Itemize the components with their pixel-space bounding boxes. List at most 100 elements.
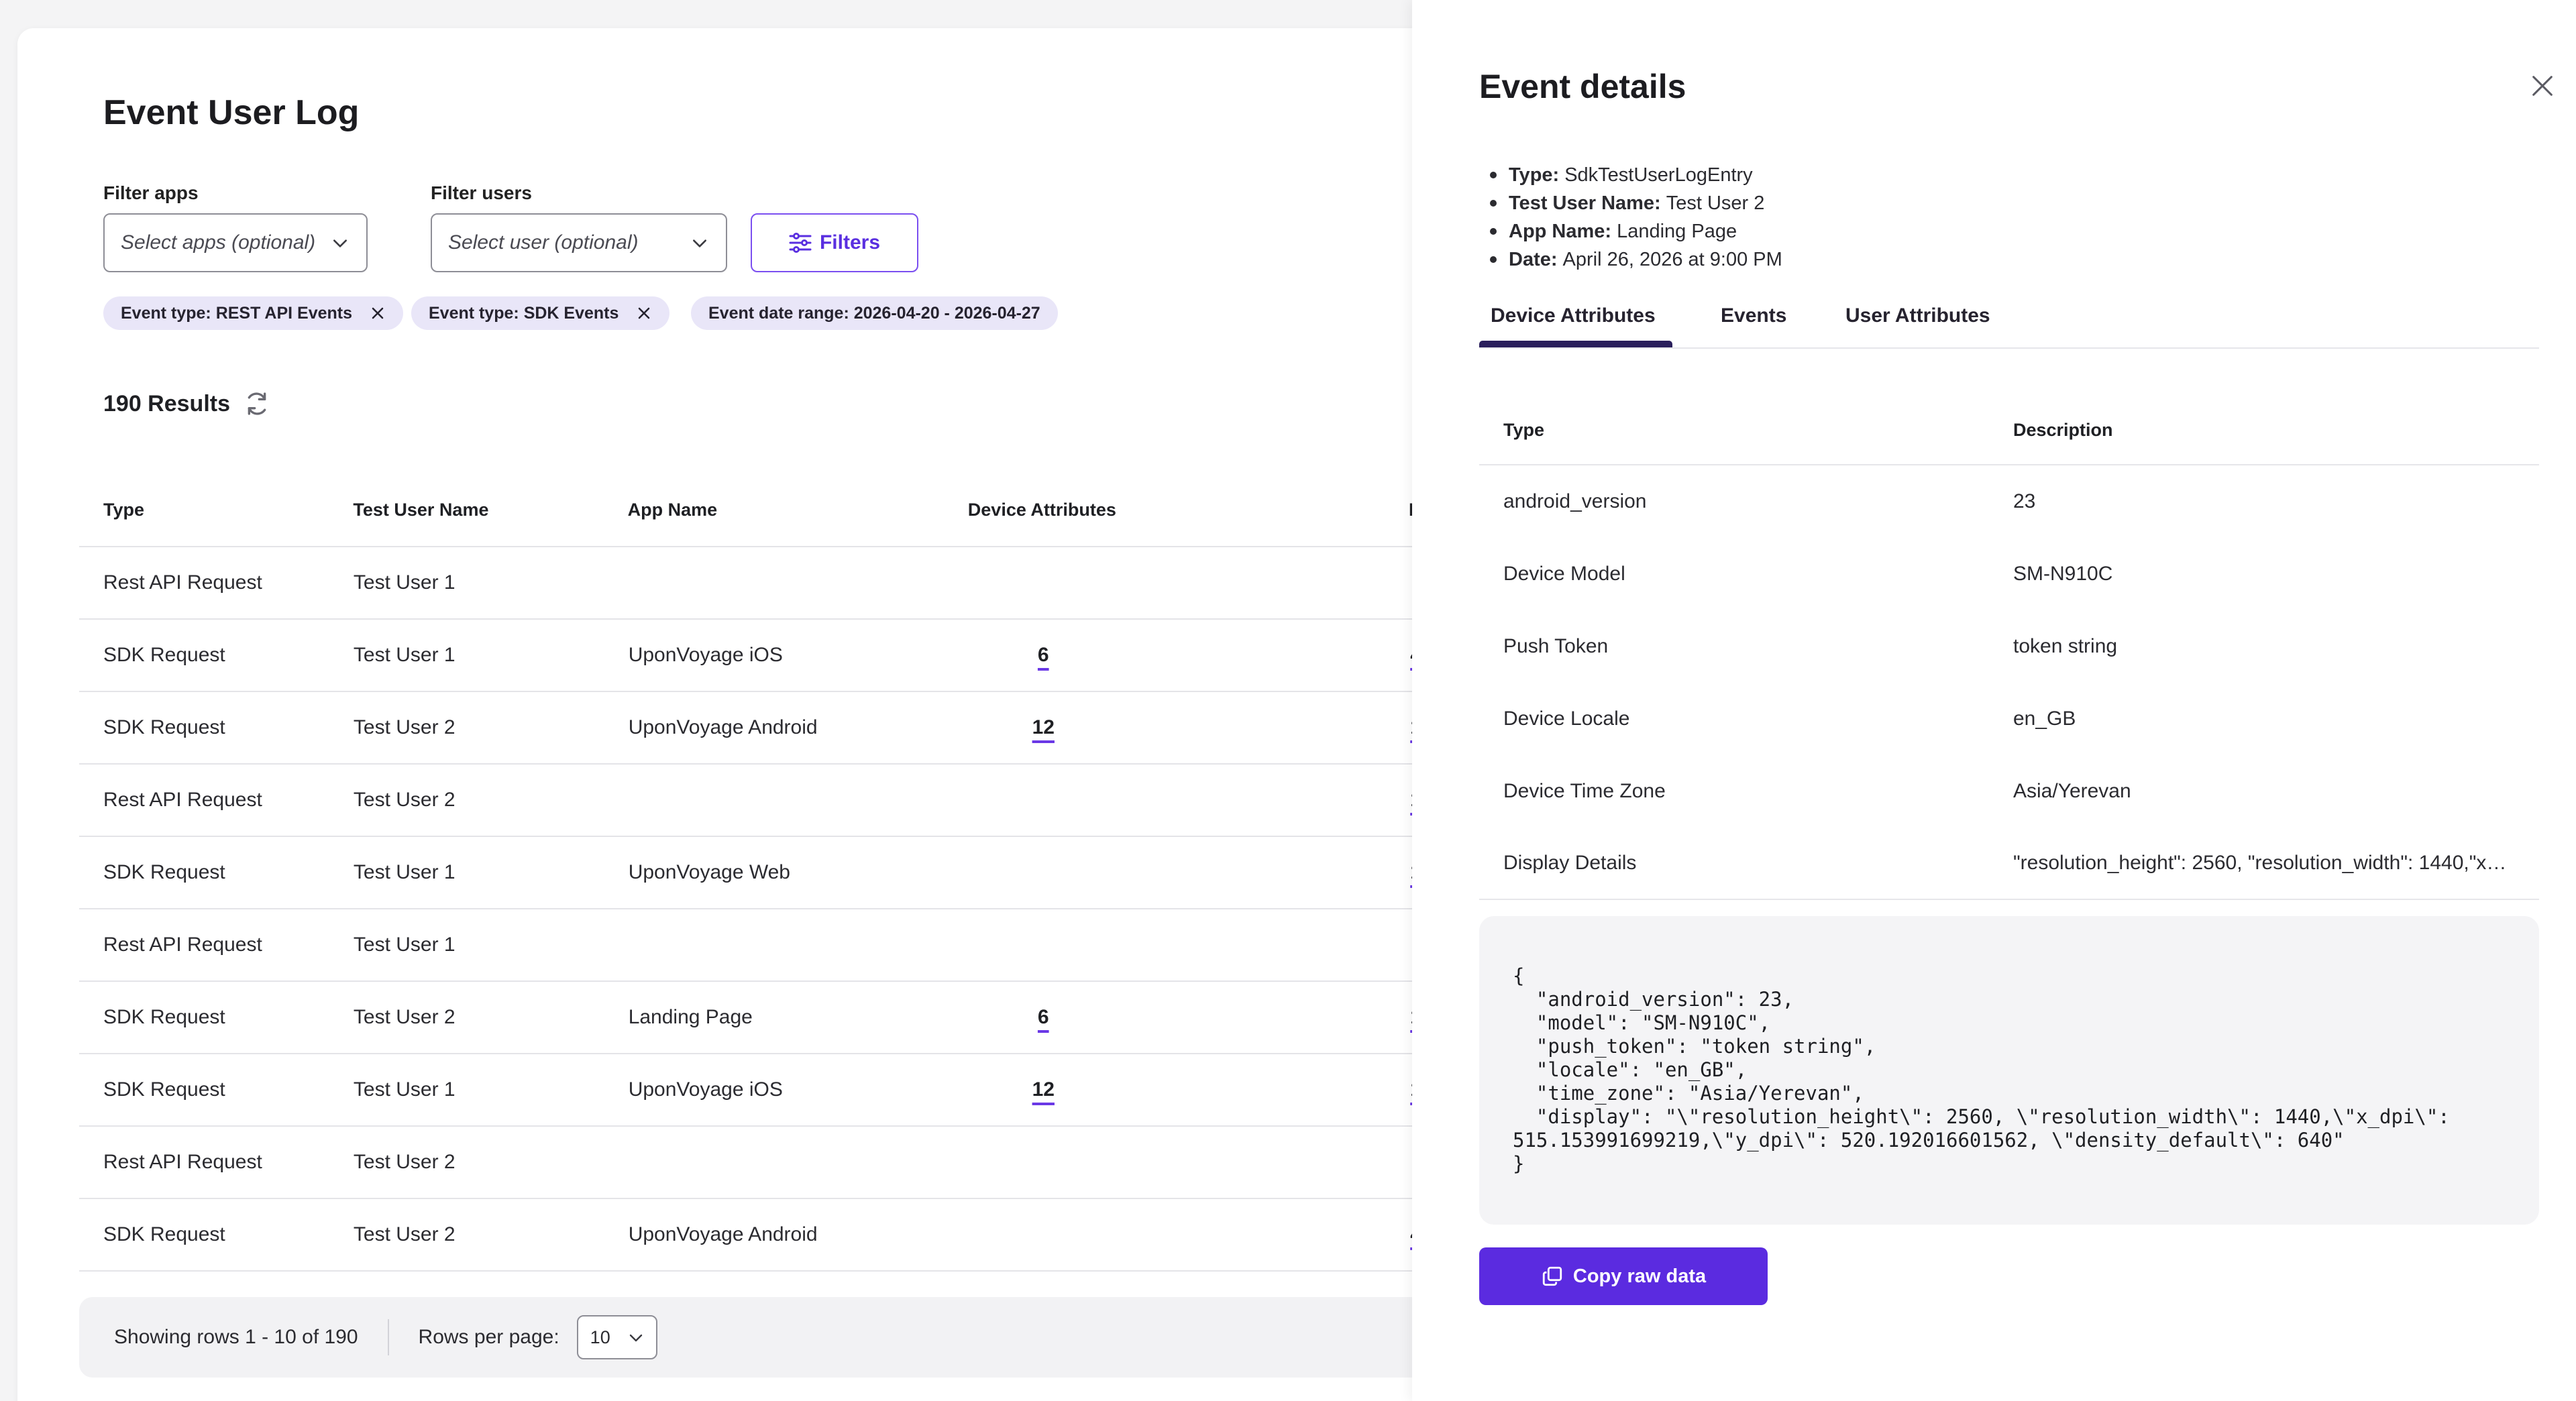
attribute-type: Device Locale [1503,708,1630,730]
tab-user-attributes[interactable]: User Attributes [1845,304,1990,327]
event-summary: Type: SdkTestUserLogEntry Test User Name:… [1479,161,1782,274]
attribute-row: Device Model SM-N910C [1479,538,2539,610]
summary-item-test-user: Test User Name: Test User 2 [1479,189,1782,217]
filter-users-placeholder: Select user (optional) [448,231,639,254]
attributes-header: Type Description [1479,396,2539,465]
filter-apps-label: Filter apps [103,182,199,203]
attribute-type: Push Token [1503,635,1609,657]
table-row[interactable]: Rest API Request Test User 2 1 [79,765,1460,837]
copy-raw-data-button[interactable]: Copy raw data [1479,1247,1768,1305]
close-icon[interactable] [636,305,652,321]
active-tab-indicator [1479,341,1672,347]
filter-apps-placeholder: Select apps (optional) [121,231,316,254]
table-row[interactable]: Rest API Request Test User 1 [79,909,1460,982]
panel-title: Event details [1479,68,1686,105]
column-header-type: Type [1503,419,1545,440]
event-log-table: Type Test User Name App Name Device Attr… [79,473,1468,1272]
table-row[interactable]: SDK Request Test User 2 UponVoyage Andro… [79,692,1460,765]
event-log-card: Event User Log Filter apps Select apps (… [17,28,1468,1401]
attribute-description: SM-N910C [2013,563,2113,585]
table-row[interactable]: SDK Request Test User 2 UponVoyage Andro… [79,1199,1460,1272]
device-attributes-table: Type Description android_version 23 Devi… [1479,396,2539,900]
cell-type: SDK Request [103,716,225,738]
cell-test-user-name: Test User 1 [353,571,455,594]
raw-data-block: { "android_version": 23, "model": "SM-N9… [1479,916,2539,1225]
column-header-app-name[interactable]: App Name [628,500,906,520]
cell-test-user-name: Test User 1 [353,861,455,883]
summary-item-date: Date: April 26, 2026 at 9:00 PM [1479,245,1782,274]
table-row[interactable]: SDK Request Test User 2 Landing Page 6 1 [79,982,1460,1054]
event-details-panel: Event details Type: SdkTestUserLogEntry T… [1412,0,2576,1401]
cell-test-user-name: Test User 2 [353,1006,455,1028]
filter-chip-rest-api: Event type: REST API Events [103,296,403,330]
device-attributes-link[interactable]: 12 [1032,716,1055,738]
cell-type: SDK Request [103,644,225,666]
column-header-description: Description [2013,419,2113,440]
cell-app-name: UponVoyage iOS [628,1078,783,1101]
chevron-down-icon [333,239,347,247]
filter-apps-select[interactable]: Select apps (optional) [103,213,368,272]
attribute-row: Push Token token string [1479,610,2539,683]
table-row[interactable]: Rest API Request Test User 2 [79,1127,1460,1199]
cell-app-name: UponVoyage Android [628,716,818,738]
tab-device-attributes[interactable]: Device Attributes [1491,304,1656,327]
cell-app-name: UponVoyage Android [628,1223,818,1245]
filter-chip-sdk: Event type: SDK Events [411,296,670,330]
close-icon[interactable] [370,305,386,321]
chevron-down-icon [629,1334,642,1342]
tab-events[interactable]: Events [1721,304,1786,327]
filters-button-label: Filters [819,231,881,254]
cell-type: SDK Request [103,1078,225,1101]
device-attributes-link[interactable]: 6 [1038,1006,1049,1028]
table-row[interactable]: SDK Request Test User 1 UponVoyage iOS 6… [79,620,1460,692]
pagination-divider [387,1319,389,1355]
filters-button[interactable]: Filters [751,213,918,272]
attribute-row: Device Locale en_GB [1479,683,2539,755]
details-tabs: Device Attributes Events User Attributes [1479,299,2539,349]
filter-users-label: Filter users [431,182,532,203]
pagination-bar: Showing rows 1 - 10 of 190 Rows per page… [79,1297,1460,1378]
chip-label: Event type: SDK Events [429,303,619,323]
pagination-showing: Showing rows 1 - 10 of 190 [114,1326,358,1348]
results-count: 190 Results [103,390,270,417]
close-icon[interactable] [2529,72,2556,99]
cell-test-user-name: Test User 2 [353,789,455,811]
table-row[interactable]: SDK Request Test User 1 UponVoyage iOS 1… [79,1054,1460,1127]
column-header-device-attributes[interactable]: Device Attributes [906,500,1178,520]
chip-label: Event type: REST API Events [121,303,352,323]
attribute-row: Device Time Zone Asia/Yerevan [1479,755,2539,828]
cell-test-user-name: Test User 2 [353,1151,455,1173]
attribute-description: "resolution_height": 2560, "resolution_w… [2013,852,2539,874]
cell-app-name: UponVoyage Web [628,861,790,883]
attribute-type: android_version [1503,490,1647,512]
cell-type: Rest API Request [103,1151,262,1173]
table-body: Rest API Request Test User 1 SDK Request… [79,547,1460,1272]
attribute-description: en_GB [2013,708,2076,730]
copy-button-label: Copy raw data [1572,1265,1707,1287]
table-row[interactable]: SDK Request Test User 1 UponVoyage Web 1 [79,837,1460,909]
refresh-icon[interactable] [244,390,270,417]
attribute-description: Asia/Yerevan [2013,780,2131,802]
attribute-description: token string [2013,635,2118,657]
rows-per-page-select[interactable]: 10 [576,1315,657,1359]
table-row[interactable]: Rest API Request Test User 1 [79,547,1460,620]
cell-type: Rest API Request [103,571,262,594]
column-header-test-user-name[interactable]: Test User Name [353,500,627,520]
filter-users-select[interactable]: Select user (optional) [431,213,727,272]
attribute-row: android_version 23 [1479,465,2539,538]
attribute-type: Device Model [1503,563,1625,585]
device-attributes-link[interactable]: 6 [1038,644,1049,666]
chevron-down-icon [693,239,706,247]
results-label: 190 Results [103,390,230,416]
column-header-type[interactable]: Type [79,500,353,520]
cell-test-user-name: Test User 2 [353,1223,455,1245]
rows-per-page-label: Rows per page: [418,1326,559,1348]
copy-icon [1542,1266,1562,1286]
cell-type: SDK Request [103,1006,225,1028]
attribute-type: Display Details [1503,852,1637,874]
filter-chip-date-range[interactable]: Event date range: 2026-04-20 - 2026-04-2… [691,296,1058,330]
filters-icon [789,233,812,253]
device-attributes-link[interactable]: 12 [1032,1078,1055,1101]
attribute-type: Device Time Zone [1503,780,1666,802]
rows-per-page-value: 10 [590,1327,610,1347]
